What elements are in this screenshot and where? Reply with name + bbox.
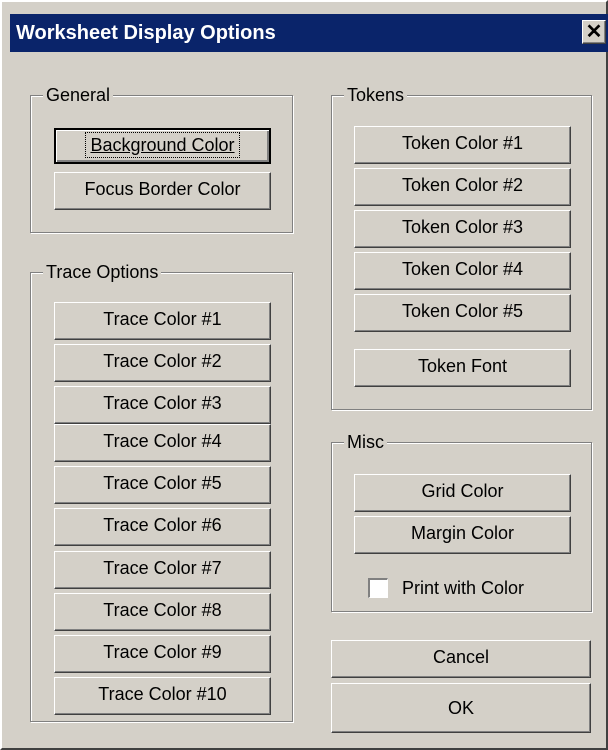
trace-options-group-label: Trace Options: [43, 260, 162, 284]
misc-group-label: Misc: [344, 430, 387, 454]
token-color-5-button[interactable]: Token Color #5: [354, 294, 571, 332]
margin-color-button[interactable]: Margin Color: [354, 516, 571, 554]
title-bar: Worksheet Display Options ✕: [10, 14, 608, 52]
trace-color-3-button[interactable]: Trace Color #3: [54, 386, 271, 424]
focus-border-color-button[interactable]: Focus Border Color: [54, 172, 271, 210]
print-with-color-label: Print with Color: [402, 578, 525, 598]
token-color-3-button[interactable]: Token Color #3: [354, 210, 571, 248]
grid-color-button[interactable]: Grid Color: [354, 474, 571, 512]
general-group: General: [30, 83, 293, 233]
print-with-color-row[interactable]: Print with Color: [368, 576, 568, 602]
trace-color-7-button[interactable]: Trace Color #7: [54, 551, 271, 589]
ok-button[interactable]: OK: [331, 683, 591, 733]
trace-color-6-button[interactable]: Trace Color #6: [54, 508, 271, 546]
token-font-button[interactable]: Token Font: [354, 349, 571, 387]
token-color-1-button[interactable]: Token Color #1: [354, 126, 571, 164]
cancel-button[interactable]: Cancel: [331, 640, 591, 678]
close-icon[interactable]: ✕: [582, 20, 606, 44]
trace-color-9-button[interactable]: Trace Color #9: [54, 635, 271, 673]
trace-color-1-button[interactable]: Trace Color #1: [54, 302, 271, 340]
tokens-group-label: Tokens: [344, 83, 408, 107]
token-color-4-button[interactable]: Token Color #4: [354, 252, 571, 290]
background-color-button[interactable]: Background Color: [54, 128, 271, 164]
dialog-title: Worksheet Display Options: [16, 22, 276, 44]
token-color-2-button[interactable]: Token Color #2: [354, 168, 571, 206]
general-group-label: General: [43, 83, 114, 107]
trace-color-8-button[interactable]: Trace Color #8: [54, 593, 271, 631]
trace-color-4-button[interactable]: Trace Color #4: [54, 424, 271, 462]
trace-color-2-button[interactable]: Trace Color #2: [54, 344, 271, 382]
trace-color-5-button[interactable]: Trace Color #5: [54, 466, 271, 504]
worksheet-display-options-dialog: Worksheet Display Options ✕ General Back…: [0, 0, 608, 750]
print-with-color-checkbox[interactable]: [368, 578, 388, 598]
trace-color-10-button[interactable]: Trace Color #10: [54, 677, 271, 715]
